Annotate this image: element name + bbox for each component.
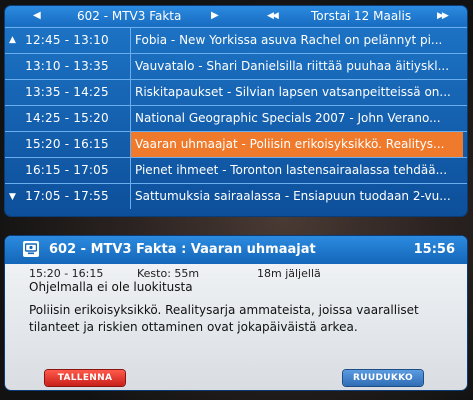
column-divider — [130, 106, 131, 131]
program-time: 12:45 - 13:10 — [25, 33, 109, 47]
column-divider — [130, 80, 131, 105]
column-divider — [130, 54, 131, 79]
tv-icon — [23, 241, 39, 257]
age-rating: Ohjelmalla ei ole luokitusta — [29, 280, 193, 294]
program-row-selected[interactable]: 15:20 - 16:15 Vaaran uhmaajat - Poliisin… — [5, 131, 467, 157]
triangle-right-icon[interactable]: ▶ — [211, 8, 219, 24]
program-row[interactable]: ▼ 17:05 - 17:55 Sattumuksia sairaalassa … — [5, 183, 467, 209]
column-divider — [130, 158, 131, 183]
program-title: Pienet ihmeet - Toronton lastensairaalas… — [135, 163, 448, 177]
program-time: 14:25 - 15:20 — [25, 111, 109, 125]
record-button[interactable]: TALLENNA — [45, 370, 125, 386]
program-description: Poliisin erikoisyksikkö. Realitysarja am… — [29, 303, 419, 334]
triangle-left-icon[interactable]: ◀ — [33, 8, 41, 24]
double-chevron-right-icon[interactable]: ▶▶ — [437, 8, 449, 24]
program-title: Riskitapaukset - Silvian lapsen vatsanpe… — [135, 85, 451, 99]
epg-date: Torstai 12 Maalis — [311, 9, 412, 23]
column-divider — [130, 28, 131, 53]
program-title: Vaaran uhmaajat - Poliisin erikoisyksikk… — [131, 132, 463, 157]
channel-name: 602 - MTV3 Fakta — [77, 9, 182, 23]
program-title: Fobia - New Yorkissa asuva Rachel on pel… — [135, 33, 443, 47]
remaining-time: 18m jäljellä — [257, 267, 321, 280]
program-time: 16:15 - 17:05 — [25, 163, 109, 177]
epg-panel: ◀ 602 - MTV3 Fakta ▶ ◀◀ Torstai 12 Maali… — [5, 6, 467, 216]
program-time: 15:20 - 16:15 — [25, 137, 109, 151]
program-row[interactable]: 14:25 - 15:20 National Geographic Specia… — [5, 105, 467, 131]
double-chevron-left-icon[interactable]: ◀◀ — [267, 8, 279, 24]
duration: Kesto: 55m — [137, 267, 200, 280]
info-title: 602 - MTV3 Fakta : Vaaran uhmaajat — [49, 242, 316, 257]
info-header: 602 - MTV3 Fakta : Vaaran uhmaajat 15:56 — [5, 236, 467, 264]
program-row[interactable]: 13:35 - 14:25 Riskitapaukset - Silvian l… — [5, 79, 467, 105]
program-info-panel: 602 - MTV3 Fakta : Vaaran uhmaajat 15:56… — [5, 236, 467, 390]
program-title: Vauvatalo - Shari Danielsilla riittää pu… — [135, 59, 450, 73]
column-divider — [130, 184, 131, 209]
epg-header: ◀ 602 - MTV3 Fakta ▶ ◀◀ Torstai 12 Maali… — [5, 6, 467, 26]
program-time: 13:10 - 13:35 — [25, 59, 109, 73]
program-row[interactable]: ▲ 12:45 - 13:10 Fobia - New Yorkissa asu… — [5, 27, 467, 53]
program-title: Sattumuksia sairaalassa - Ensiapuun tuod… — [135, 189, 451, 203]
program-row[interactable]: 13:10 - 13:35 Vauvatalo - Shari Danielsi… — [5, 53, 467, 79]
program-time: 13:35 - 14:25 — [25, 85, 109, 99]
grid-button[interactable]: RUUDUKKO — [343, 370, 423, 386]
clock: 15:56 — [413, 242, 455, 257]
program-title: National Geographic Specials 2007 - John… — [135, 111, 441, 125]
program-time: 17:05 - 17:55 — [25, 189, 109, 203]
time-range: 15:20 - 16:15 — [29, 267, 104, 280]
program-row[interactable]: 16:15 - 17:05 Pienet ihmeet - Toronton l… — [5, 157, 467, 183]
